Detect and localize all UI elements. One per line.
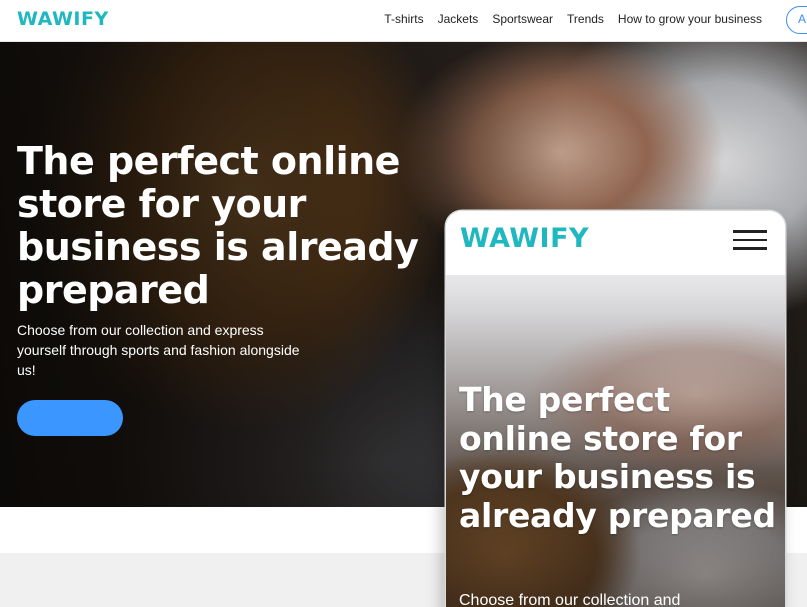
account-button[interactable]: A [786,6,807,34]
nav-link-grow-business[interactable]: How to grow your business [618,12,762,26]
nav-link-jackets[interactable]: Jackets [438,12,479,26]
hero-subtitle: Choose from our collection and express y… [17,322,300,378]
mobile-hero-title: The perfect online store for your busine… [459,380,776,535]
nav-link-tshirts[interactable]: T-shirts [384,12,423,26]
mobile-hero-subtitle: Choose from our collection and [459,592,681,607]
mobile-wawify-logo[interactable]: WAWIFY [460,223,589,254]
main-nav: T-shirts Jackets Sportswear Trends How t… [384,12,762,26]
hero-title: The perfect online store for your busine… [17,139,419,312]
hamburger-line [733,238,767,241]
hamburger-line [733,230,767,233]
nav-link-sportswear[interactable]: Sportswear [492,12,553,26]
nav-link-trends[interactable]: Trends [567,12,604,26]
mobile-header: WAWIFY [446,211,785,275]
hamburger-icon[interactable] [733,230,767,252]
wawify-logo[interactable]: WAWIFY [17,8,109,30]
mobile-hero: The perfect online store for your busine… [446,275,785,607]
hamburger-line [733,247,767,250]
hero-cta-button[interactable] [17,400,123,436]
site-header: WAWIFY T-shirts Jackets Sportswear Trend… [0,0,807,42]
mobile-mockup: WAWIFY The perfect online store for your… [446,211,785,607]
